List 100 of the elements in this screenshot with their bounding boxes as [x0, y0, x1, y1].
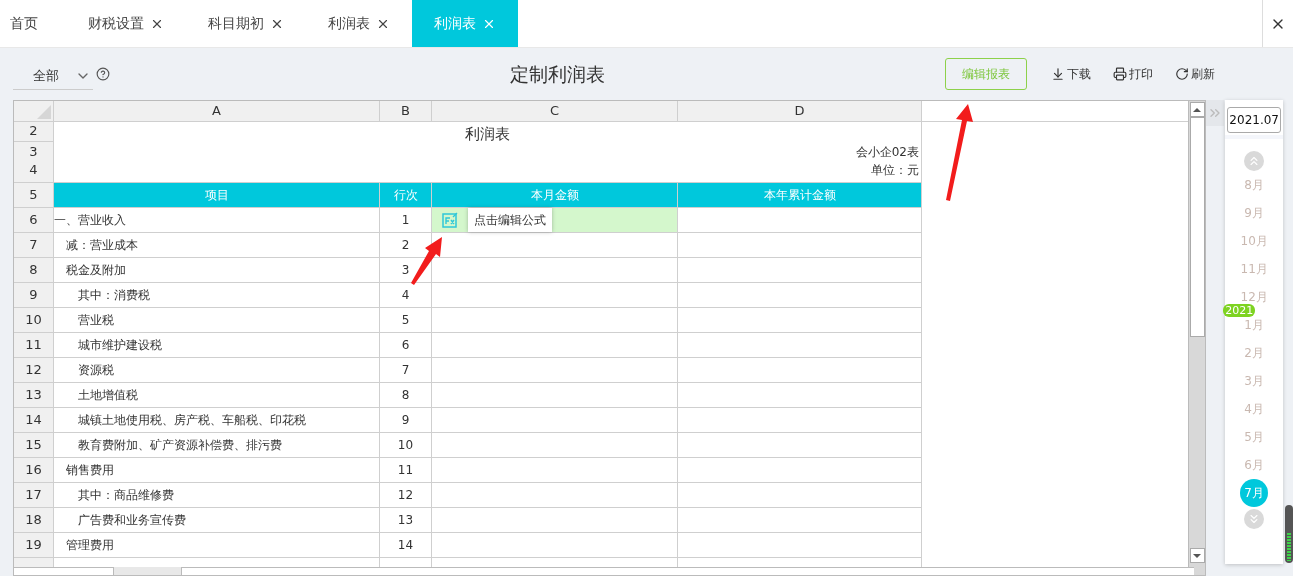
row-number: 9 [14, 283, 54, 308]
row-number: 8 [14, 258, 54, 283]
table-cell[interactable] [432, 308, 678, 333]
table-cell: 其中：消费税 [54, 283, 380, 308]
row-number: 6 [14, 208, 54, 233]
scroll-down-icon[interactable] [1193, 553, 1202, 558]
page-title: 定制利润表 [510, 61, 605, 87]
table-cell[interactable] [432, 358, 678, 383]
scroll-thumb[interactable] [1285, 505, 1293, 563]
row-number: 15 [14, 433, 54, 458]
table-cell: 营业税 [54, 308, 380, 333]
table-cell: 12 [380, 483, 432, 508]
refresh-icon [1175, 67, 1189, 81]
row-number: 12 [14, 358, 54, 383]
scroll-up-button[interactable] [1244, 151, 1265, 171]
table-cell[interactable] [678, 383, 922, 408]
table-cell[interactable] [432, 533, 678, 558]
scroll-down-button[interactable] [1244, 509, 1265, 529]
tab[interactable]: 首页 [0, 0, 66, 47]
table-cell: 10 [380, 433, 432, 458]
row-number: 11 [14, 333, 54, 358]
table-cell: 减：营业成本 [54, 233, 380, 258]
table-cell[interactable] [678, 458, 922, 483]
table-cell: 13 [380, 508, 432, 533]
table-cell[interactable] [678, 358, 922, 383]
tab[interactable]: 利润表 [306, 0, 412, 47]
panel-toggle[interactable] [1206, 100, 1225, 126]
annotation-arrow [411, 237, 442, 285]
table-cell: 其中：商品维修费 [54, 483, 380, 508]
row-number: 16 [14, 458, 54, 483]
toolbar-button[interactable]: 刷新 [1175, 65, 1215, 83]
table-cell[interactable] [432, 283, 678, 308]
printer-icon [1113, 67, 1127, 81]
table-cell: 9 [380, 408, 432, 433]
table-cell: 资源税 [54, 358, 380, 383]
table-cell[interactable] [678, 233, 922, 258]
table-cell[interactable] [678, 433, 922, 458]
row-number: 17 [14, 483, 54, 508]
table-cell[interactable] [678, 258, 922, 283]
tab[interactable]: 科目期初 [186, 0, 306, 47]
date-field[interactable]: 2021.07 [1227, 107, 1282, 133]
scope-select[interactable]: 全部 [13, 62, 93, 90]
table-cell: 6 [380, 333, 432, 358]
column-header[interactable]: D [678, 101, 922, 122]
table-header-cell: 项目 [54, 183, 380, 208]
table-cell: 14 [380, 533, 432, 558]
form-code: 会小企02表 [855, 144, 919, 162]
table-cell[interactable] [432, 333, 678, 358]
table-cell: 销售费用 [54, 458, 380, 483]
unit-label: 单位：元 [871, 162, 919, 179]
vertical-scrollbar[interactable] [1188, 101, 1206, 575]
table-cell: 教育费附加、矿产资源补偿费、排污费 [54, 433, 380, 458]
toolbar-button[interactable]: 下载 [1051, 65, 1091, 83]
table-cell: 11 [380, 458, 432, 483]
table-cell: 管理费用 [54, 533, 380, 558]
scroll-up-icon[interactable] [1193, 107, 1202, 112]
table-cell[interactable] [432, 383, 678, 408]
column-header[interactable]: A [54, 101, 380, 122]
table-cell[interactable] [432, 433, 678, 458]
table-header-cell: 行次 [380, 183, 432, 208]
corner-cell[interactable] [14, 101, 54, 122]
formula-icon[interactable] [442, 212, 458, 228]
table-cell: 广告费和业务宣传费 [54, 508, 380, 533]
table-cell[interactable] [432, 508, 678, 533]
help-icon[interactable] [96, 67, 110, 81]
toolbar-button[interactable]: 打印 [1113, 65, 1153, 83]
column-header[interactable]: C [432, 101, 678, 122]
download-icon [1051, 67, 1065, 81]
table-cell[interactable] [678, 408, 922, 433]
horizontal-scrollbar[interactable] [14, 567, 1194, 575]
row-number: 13 [14, 383, 54, 408]
tab[interactable]: 财税设置 [66, 0, 186, 47]
column-header[interactable]: B [380, 101, 432, 122]
row-number: 5 [14, 183, 54, 208]
report-title: 利润表 [465, 125, 510, 142]
table-cell: 城市维护建设税 [54, 333, 380, 358]
table-header-cell: 本年累计金额 [678, 183, 922, 208]
table-cell[interactable] [678, 533, 922, 558]
table-cell[interactable] [678, 483, 922, 508]
table-cell[interactable] [678, 508, 922, 533]
table-cell: 税金及附加 [54, 258, 380, 283]
row-number: 19 [14, 533, 54, 558]
row-number: 14 [14, 408, 54, 433]
table-cell[interactable] [678, 333, 922, 358]
row-number: 2 [14, 121, 54, 142]
table-cell[interactable] [432, 458, 678, 483]
table-cell: 5 [380, 308, 432, 333]
table-cell[interactable] [432, 483, 678, 508]
table-cell: 一、营业收入 [54, 208, 380, 233]
table-cell[interactable] [678, 308, 922, 333]
table-cell[interactable] [432, 258, 678, 283]
table-cell[interactable] [678, 208, 922, 233]
table-cell[interactable] [432, 408, 678, 433]
table-cell: 7 [380, 358, 432, 383]
row-number: 7 [14, 233, 54, 258]
table-header-cell: 本月金额 [432, 183, 678, 208]
table-cell[interactable]: 点击编辑公式 [432, 208, 678, 233]
table-cell[interactable] [678, 283, 922, 308]
table-cell: 土地增值税 [54, 383, 380, 408]
table-cell: 城镇土地使用税、房产税、车船税、印花税 [54, 408, 380, 433]
